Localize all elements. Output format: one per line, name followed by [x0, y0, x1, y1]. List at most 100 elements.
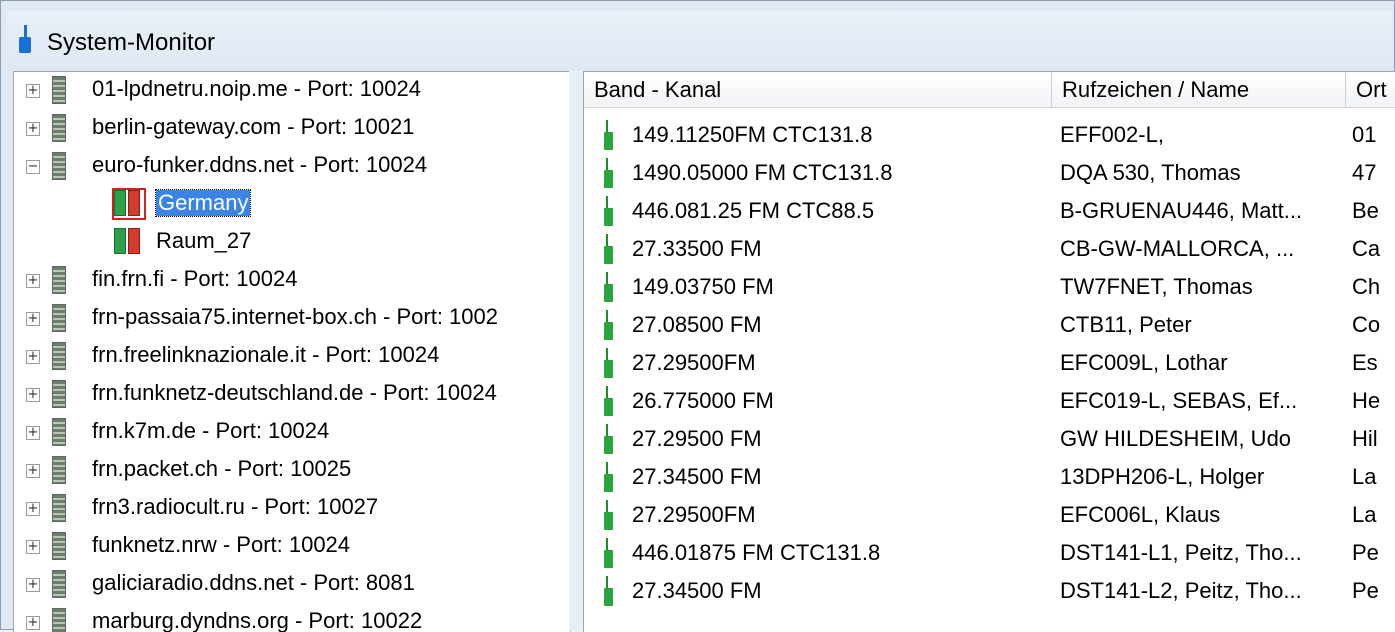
server-icon [52, 608, 66, 632]
tree-item-label: berlin-gateway.com - Port: 10021 [92, 114, 415, 139]
column-header[interactable]: Band - Kanal [584, 72, 1052, 108]
radio-icon [604, 234, 614, 264]
expand-icon[interactable]: + [26, 122, 40, 136]
callsign-name-cell: CTB11, Peter [1060, 312, 1192, 337]
location-cell: Es [1352, 350, 1378, 375]
tree-server-item[interactable]: − euro-funker.ddns.net - Port: 10024 [14, 148, 570, 184]
tree-item-label: fin.frn.fi - Port: 10024 [92, 266, 298, 291]
list-row[interactable]: 1490.05000 FM CTC131.8 DQA 530, Thomas 47 [584, 154, 1395, 192]
location-cell: Co [1352, 312, 1381, 337]
tree-server-item[interactable]: + funknetz.nrw - Port: 10024 [14, 528, 570, 564]
column-header[interactable]: Rufzeichen / Name [1052, 72, 1346, 108]
tree-item-label: frn-passaia75.internet-box.ch - Port: 10… [92, 304, 499, 329]
system-monitor-window: System-Monitor +01-lpdnetru.noip.me - Po… [0, 0, 1395, 632]
tree-server-item[interactable]: + frn-passaia75.internet-box.ch - Port: 1… [14, 300, 570, 336]
tree-server-item[interactable]: + frn.k7m.de - Port: 10024 [14, 414, 570, 450]
callsign-name-cell: CB-GW-MALLORCA, ... [1060, 236, 1295, 261]
room-icon [112, 188, 146, 220]
expand-icon[interactable]: + [26, 616, 40, 630]
expand-icon[interactable]: + [26, 312, 40, 326]
band-channel-cell: 446.01875 FM CTC131.8 [632, 540, 881, 565]
radio-icon [604, 538, 614, 568]
location-cell: He [1352, 388, 1381, 413]
channel-list[interactable]: Band - Kanal Rufzeichen / Name Ort 149.1125… [583, 71, 1395, 632]
tree-item-label: frn.funknetz-deutschland.de - Port: 1002… [92, 380, 497, 405]
list-row[interactable]: 27.29500FM EFC009L, Lothar Es [584, 344, 1395, 382]
expand-icon[interactable]: + [26, 274, 40, 288]
callsign-name-cell: 13DPH206-L, Holger [1060, 464, 1265, 489]
band-channel-cell: 27.29500 FM [632, 426, 762, 451]
radio-icon [604, 424, 614, 454]
tree-item-label: 01-lpdnetru.noip.me - Port: 10024 [92, 76, 421, 101]
pane-splitter[interactable] [569, 71, 583, 631]
expand-icon[interactable]: + [26, 426, 40, 440]
location-cell: Hil [1352, 426, 1378, 451]
tree-server-item[interactable]: + frn3.radiocult.ru - Port: 10027 [14, 490, 570, 526]
expand-icon[interactable]: + [26, 578, 40, 592]
callsign-name-cell: EFF002-L, [1060, 122, 1164, 147]
tree-server-item[interactable]: + marburg.dyndns.org - Port: 10022 [14, 604, 570, 632]
callsign-name-cell: TW7FNET, Thomas [1060, 274, 1253, 299]
tree-room-item[interactable]: Raum_27 [14, 224, 570, 260]
expand-icon[interactable]: + [26, 502, 40, 516]
expand-icon[interactable]: + [26, 350, 40, 364]
location-cell: Pe [1352, 540, 1379, 565]
tree-server-item[interactable]: + fin.frn.fi - Port: 10024 [14, 262, 570, 298]
callsign-name-cell: EFC006L, Klaus [1060, 502, 1221, 527]
band-channel-cell: 1490.05000 FM CTC131.8 [632, 160, 893, 185]
list-row[interactable]: 26.775000 FM EFC019-L, SEBAS, Ef... He [584, 382, 1395, 420]
list-row[interactable]: 27.33500 FM CB-GW-MALLORCA, ... Ca [584, 230, 1395, 268]
radio-icon [604, 348, 614, 378]
tree-item-label: frn3.radiocult.ru - Port: 10027 [92, 494, 379, 519]
list-row[interactable]: 446.01875 FM CTC131.8 DST141-L1, Peitz, T… [584, 534, 1395, 572]
expand-icon[interactable]: + [26, 388, 40, 402]
list-row[interactable]: 27.08500 FM CTB11, Peter Co [584, 306, 1395, 344]
list-row[interactable]: 27.29500FM EFC006L, Klaus La [584, 496, 1395, 534]
tree-item-label: frn.freelinknazionale.it - Port: 10024 [92, 342, 440, 367]
server-tree[interactable]: +01-lpdnetru.noip.me - Port: 10024 + berli… [13, 71, 571, 632]
server-icon [52, 304, 66, 332]
location-cell: 01 [1352, 122, 1377, 147]
tree-server-item[interactable]: + berlin-gateway.com - Port: 10021 [14, 110, 570, 146]
radio-icon [604, 310, 614, 340]
tree-server-item[interactable]: + galiciaradio.ddns.net - Port: 8081 [14, 566, 570, 602]
radio-icon [604, 196, 614, 226]
radio-icon [604, 576, 614, 606]
tree-room-item[interactable]: Germany [14, 186, 570, 222]
location-cell: Be [1352, 198, 1379, 223]
band-channel-cell: 27.08500 FM [632, 312, 762, 337]
server-icon [52, 532, 66, 560]
band-channel-cell: 26.775000 FM [632, 388, 774, 413]
tree-item-label: frn.k7m.de - Port: 10024 [92, 418, 330, 443]
tree-server-item[interactable]: + frn.funknetz-deutschland.de - Port: 100… [14, 376, 570, 412]
server-icon [52, 266, 66, 294]
column-header[interactable]: Ort [1346, 72, 1395, 108]
title-bar[interactable]: System-Monitor [7, 11, 1392, 67]
radio-icon [604, 158, 614, 188]
list-row[interactable]: 446.081.25 FM CTC88.5 B-GRUENAU446, Matt.… [584, 192, 1395, 230]
list-row[interactable]: 27.29500 FM GW HILDESHEIM, Udo Hil [584, 420, 1395, 458]
list-row[interactable]: 149.03750 FM TW7FNET, Thomas Ch [584, 268, 1395, 306]
expand-icon[interactable]: + [26, 540, 40, 554]
list-row[interactable]: 27.34500 FM DST141-L2, Peitz, Tho... Pe [584, 572, 1395, 610]
band-channel-cell: 446.081.25 FM CTC88.5 [632, 198, 875, 223]
server-icon [52, 152, 66, 180]
list-row[interactable]: 149.11250FM CTC131.8 EFF002-L, 01 [584, 116, 1395, 154]
expand-icon[interactable]: + [26, 84, 40, 98]
tree-server-item[interactable]: + frn.freelinknazionale.it - Port: 10024 [14, 338, 570, 374]
server-icon [52, 380, 66, 408]
band-channel-cell: 149.03750 FM [632, 274, 774, 299]
collapse-icon[interactable]: − [26, 160, 40, 174]
server-icon [52, 76, 66, 104]
tree-server-item[interactable]: + frn.packet.ch - Port: 10025 [14, 452, 570, 488]
radio-icon [604, 272, 614, 302]
list-row[interactable]: 27.34500 FM 13DPH206-L, Holger La [584, 458, 1395, 496]
expand-icon[interactable]: + [26, 464, 40, 478]
tree-item-label: frn.packet.ch - Port: 10025 [92, 456, 352, 481]
server-icon [52, 418, 66, 446]
radio-icon [604, 386, 614, 416]
callsign-name-cell: EFC009L, Lothar [1060, 350, 1228, 375]
radio-icon [604, 500, 614, 530]
tree-server-item[interactable]: +01-lpdnetru.noip.me - Port: 10024 [14, 72, 570, 108]
band-channel-cell: 27.34500 FM [632, 464, 762, 489]
